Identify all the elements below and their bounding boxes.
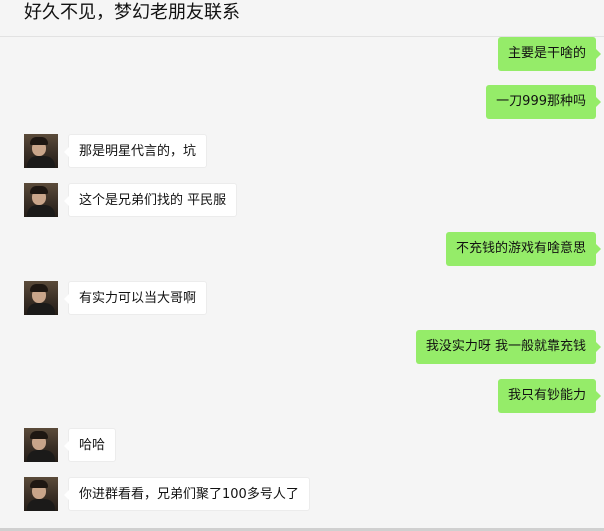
outgoing-message-bubble[interactable]: 我没实力呀 我一般就靠充钱 [415,330,602,364]
incoming-message-bubble[interactable]: 这个是兄弟们找的 平民服 [63,183,238,217]
message-row: 一刀999那种吗 [0,85,604,119]
message-list[interactable]: 主要是干啥的 一刀999那种吗 那是明星代言的，坑 这个是兄弟们找的 平民服 不… [0,37,604,531]
outgoing-message-bubble[interactable]: 不充钱的游戏有啥意思 [445,232,602,266]
incoming-message-bubble[interactable]: 有实力可以当大哥啊 [63,281,208,315]
incoming-message-bubble[interactable]: 哈哈 [63,428,117,462]
message-row: 我没实力呀 我一般就靠充钱 [0,330,604,364]
message-row: 那是明星代言的，坑 [0,134,604,168]
message-row: 这个是兄弟们找的 平民服 [0,183,604,217]
outgoing-message-bubble[interactable]: 我只有钞能力 [497,379,602,413]
user-avatar[interactable] [24,134,58,168]
message-row: 主要是干啥的 [0,37,604,71]
incoming-message-bubble[interactable]: 你进群看看，兄弟们聚了100多号人了 [64,477,310,511]
user-avatar[interactable] [24,183,58,217]
user-avatar[interactable] [24,281,58,315]
user-avatar[interactable] [24,477,58,511]
incoming-message-bubble[interactable]: 那是明星代言的，坑 [63,134,208,168]
outgoing-message-bubble[interactable]: 主要是干啥的 [497,37,602,71]
message-row: 有实力可以当大哥啊 [0,281,604,315]
message-row: 我只有钞能力 [0,379,604,413]
chat-header: 好久不见，梦幻老朋友联系 [0,0,604,37]
message-row: 不充钱的游戏有啥意思 [0,232,604,266]
message-row: 你进群看看，兄弟们聚了100多号人了 [0,477,604,511]
user-avatar[interactable] [24,428,58,462]
message-row: 哈哈 [0,428,604,462]
outgoing-message-bubble[interactable]: 一刀999那种吗 [486,85,601,119]
chat-title: 好久不见，梦幻老朋友联系 [24,2,240,23]
